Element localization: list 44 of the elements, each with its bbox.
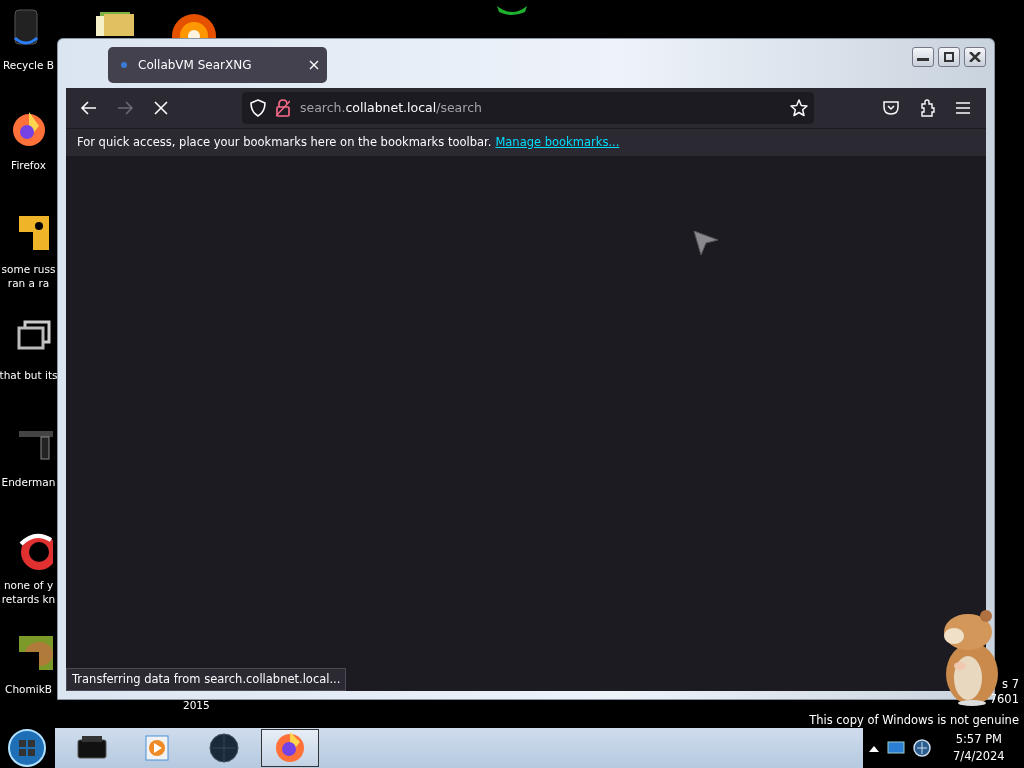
maximize-icon[interactable] — [943, 52, 955, 62]
url-text: search.collabnet.local/search — [300, 98, 482, 117]
wallpaper-mark-icon — [495, 4, 529, 16]
favicon-icon — [120, 61, 128, 69]
cross-icon[interactable] — [154, 101, 168, 115]
desktop-icon-label: 2015 — [183, 698, 210, 712]
bookmarks-hint: For quick access, place your bookmarks here on the bookmarks toolbar. — [77, 133, 492, 151]
clock-time[interactable]: 5:57 PM — [953, 731, 1005, 748]
menu-icon[interactable] — [955, 101, 971, 115]
minimize-button[interactable] — [912, 47, 934, 67]
close-button[interactable] — [964, 47, 986, 67]
close-icon[interactable] — [969, 52, 981, 62]
start-button[interactable] — [7, 728, 47, 768]
pocket-icon[interactable] — [882, 100, 900, 116]
firefox-taskbar-button[interactable] — [261, 729, 319, 767]
star-icon[interactable] — [790, 99, 808, 117]
status-text: Transferring data from search.collabnet.local... — [66, 667, 347, 691]
watermark-text: 7601 — [989, 691, 1019, 708]
browser-tab[interactable]: CollabVM SearXNG — [108, 47, 327, 83]
puzzle-piece-icon[interactable] — [919, 99, 935, 117]
watermark-text: This copy of Windows is not genuine — [809, 712, 1019, 729]
show-hidden-icons-button[interactable] — [869, 744, 879, 752]
desktop-icon-label[interactable]: some russ — [1, 262, 56, 276]
globe-icon[interactable] — [913, 739, 931, 757]
manage-bookmarks-link[interactable]: Manage bookmarks... — [495, 133, 620, 152]
desktop-icon-label[interactable]: Recycle B — [3, 58, 54, 72]
maximize-button[interactable] — [938, 47, 960, 67]
shield-icon[interactable] — [250, 99, 266, 117]
desktop-icon-label[interactable]: ran a ra — [7, 276, 50, 290]
desktop-icon-label[interactable]: retards kn — [1, 592, 56, 606]
left-arrow-icon[interactable] — [80, 99, 98, 117]
desktop-icon-label[interactable]: that but its — [0, 368, 58, 382]
desktop-icon-label[interactable]: Enderman — [1, 475, 56, 489]
address-bar[interactable]: search.collabnet.local/search — [242, 92, 814, 124]
desktop-icon-label[interactable]: Firefox — [11, 158, 46, 172]
clock-date[interactable]: 7/4/2024 — [953, 748, 1005, 765]
close-tab-icon[interactable] — [309, 60, 319, 70]
lock-icon[interactable] — [276, 99, 290, 117]
mouse-cursor-icon — [693, 230, 719, 256]
watermark-text: s 7 — [1002, 676, 1019, 693]
folder-icon[interactable] — [96, 10, 136, 36]
desktop-icon-label[interactable]: none of y — [3, 578, 54, 592]
monitor-icon[interactable] — [887, 740, 905, 756]
desktop-icon-label[interactable]: ChomikB — [5, 682, 52, 696]
